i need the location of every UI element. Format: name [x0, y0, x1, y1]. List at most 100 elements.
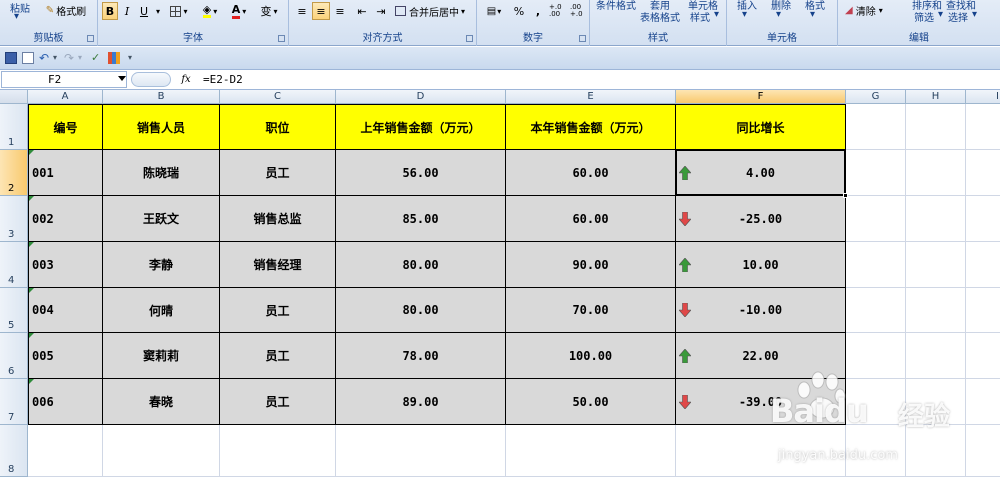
data-cell-name[interactable]: 窦莉莉 — [103, 333, 220, 379]
comma-button[interactable]: , — [530, 2, 546, 20]
redo-dropdown-icon[interactable]: ▾ — [78, 52, 90, 64]
data-cell-id[interactable]: 005 — [28, 333, 103, 379]
worksheet-grid[interactable]: A B C D E F G H I 1 2 3 4 5 6 7 8 编号 销售人员 职位 上年销售金额（万元） 本年销售金… — [0, 90, 1000, 477]
bold-button[interactable]: B — [102, 2, 118, 20]
data-cell-growth[interactable]: 10.00 — [676, 242, 846, 288]
data-cell-id[interactable]: 003 — [28, 242, 103, 288]
save-icon[interactable] — [5, 52, 17, 64]
paste-dropdown-icon[interactable]: ▾ — [14, 11, 19, 22]
align-left-button[interactable]: ≡ — [293, 2, 311, 20]
formula-bar-resize-handle[interactable] — [131, 72, 171, 87]
header-cell[interactable]: 销售人员 — [103, 104, 220, 150]
data-cell-title[interactable]: 员工 — [220, 379, 336, 425]
data-cell-this[interactable]: 60.00 — [506, 196, 676, 242]
column-header-g[interactable]: G — [846, 90, 906, 104]
border-button[interactable]: ▾ — [166, 2, 192, 20]
data-cell-last[interactable]: 80.00 — [336, 288, 506, 333]
phonetic-button[interactable]: 变 ▾ — [255, 2, 283, 20]
underline-button[interactable]: U — [136, 2, 152, 20]
clipboard-launcher-icon[interactable] — [87, 35, 94, 42]
customize-qat-icon[interactable]: ▾ — [128, 52, 140, 64]
table-format-button[interactable]: 表格格式 — [640, 9, 680, 24]
header-cell[interactable]: 职位 — [220, 104, 336, 150]
find-select-button[interactable]: 选择 — [948, 9, 968, 24]
alignment-launcher-icon[interactable] — [466, 35, 473, 42]
data-cell-id[interactable]: 006 — [28, 379, 103, 425]
data-cell-growth[interactable]: -10.00 — [676, 288, 846, 333]
cell-style-button[interactable]: 样式 — [690, 9, 710, 24]
column-header-b[interactable]: B — [103, 90, 220, 104]
data-cell-name[interactable]: 陈晓瑞 — [103, 150, 220, 196]
data-cell-growth[interactable]: -25.00 — [676, 196, 846, 242]
delete-dropdown-icon[interactable]: ▾ — [776, 9, 781, 20]
data-cell-title[interactable]: 员工 — [220, 288, 336, 333]
column-header-f[interactable]: F — [676, 90, 846, 104]
row-header-4[interactable]: 4 — [0, 242, 28, 288]
increase-indent-button[interactable]: ⇥ — [372, 2, 390, 20]
find-dropdown-icon[interactable]: ▾ — [972, 9, 977, 20]
new-file-icon[interactable] — [22, 52, 34, 64]
data-cell-last[interactable]: 85.00 — [336, 196, 506, 242]
row-header-5[interactable]: 5 — [0, 288, 28, 333]
font-color-button[interactable]: A ▾ — [226, 2, 252, 20]
data-cell-title[interactable]: 员工 — [220, 333, 336, 379]
header-cell[interactable]: 本年销售金额（万元） — [506, 104, 676, 150]
clear-button[interactable]: ◢ 清除 ▾ — [844, 1, 898, 19]
undo-icon[interactable]: ↶ — [39, 52, 51, 64]
formula-input[interactable]: =E2-D2 — [203, 72, 243, 87]
insert-dropdown-icon[interactable]: ▾ — [742, 9, 747, 20]
data-cell-this[interactable]: 50.00 — [506, 379, 676, 425]
column-header-a[interactable]: A — [28, 90, 103, 104]
data-cell-title[interactable]: 销售总监 — [220, 196, 336, 242]
data-cell-name[interactable]: 春晓 — [103, 379, 220, 425]
percent-button[interactable]: % — [510, 2, 528, 20]
fill-handle[interactable] — [843, 193, 848, 198]
column-header-c[interactable]: C — [220, 90, 336, 104]
cell-style-dropdown-icon[interactable]: ▾ — [714, 9, 719, 20]
data-cell-id[interactable]: 001 — [28, 150, 103, 196]
conditional-format-button[interactable]: 条件格式 — [596, 0, 636, 12]
merge-center-button[interactable]: 合并后居中 ▾ — [394, 2, 474, 20]
data-cell-title[interactable]: 销售经理 — [220, 242, 336, 288]
chart-icon[interactable] — [108, 52, 120, 64]
data-cell-this[interactable]: 60.00 — [506, 150, 676, 196]
header-cell[interactable]: 同比增长 — [676, 104, 846, 150]
data-cell-id[interactable]: 004 — [28, 288, 103, 333]
accounting-format-button[interactable]: ▤ ▾ — [481, 2, 507, 20]
spellcheck-icon[interactable]: ✓ — [91, 52, 103, 64]
fill-color-button[interactable]: ◈ ▾ — [196, 2, 224, 20]
align-right-button[interactable]: ≡ — [331, 2, 349, 20]
column-header-h[interactable]: H — [906, 90, 966, 104]
number-launcher-icon[interactable] — [579, 35, 586, 42]
name-box-dropdown-icon[interactable] — [118, 76, 126, 81]
data-cell-growth[interactable]: 22.00 — [676, 333, 846, 379]
data-cell-this[interactable]: 100.00 — [506, 333, 676, 379]
sort-filter-button[interactable]: 筛选 — [914, 9, 934, 24]
data-cell-this[interactable]: 70.00 — [506, 288, 676, 333]
data-cell-growth[interactable]: 4.00 — [676, 150, 846, 196]
insert-function-icon[interactable]: fx — [176, 72, 196, 87]
format-painter-button[interactable]: ✎ 格式刷 — [40, 1, 92, 19]
sort-dropdown-icon[interactable]: ▾ — [938, 9, 943, 20]
format-dropdown-icon[interactable]: ▾ — [810, 9, 815, 20]
name-box[interactable]: F2 — [1, 71, 127, 88]
data-cell-name[interactable]: 李静 — [103, 242, 220, 288]
data-cell-growth[interactable]: -39.00 — [676, 379, 846, 425]
decrease-indent-button[interactable]: ⇤ — [353, 2, 371, 20]
row-header-3[interactable]: 3 — [0, 196, 28, 242]
header-cell[interactable]: 上年销售金额（万元） — [336, 104, 506, 150]
data-cell-title[interactable]: 员工 — [220, 150, 336, 196]
data-cell-last[interactable]: 78.00 — [336, 333, 506, 379]
data-cell-this[interactable]: 90.00 — [506, 242, 676, 288]
paste-button[interactable]: 粘贴 — [10, 0, 30, 15]
row-header-7[interactable]: 7 — [0, 379, 28, 425]
header-cell[interactable]: 编号 — [28, 104, 103, 150]
data-cell-last[interactable]: 80.00 — [336, 242, 506, 288]
select-all-corner[interactable] — [0, 90, 28, 104]
underline-dropdown-icon[interactable]: ▾ — [153, 2, 163, 20]
column-header-e[interactable]: E — [506, 90, 676, 104]
column-header-d[interactable]: D — [336, 90, 506, 104]
data-cell-name[interactable]: 何晴 — [103, 288, 220, 333]
row-header-8[interactable]: 8 — [0, 425, 28, 477]
increase-decimal-button[interactable]: +.0 .00 — [548, 2, 568, 20]
